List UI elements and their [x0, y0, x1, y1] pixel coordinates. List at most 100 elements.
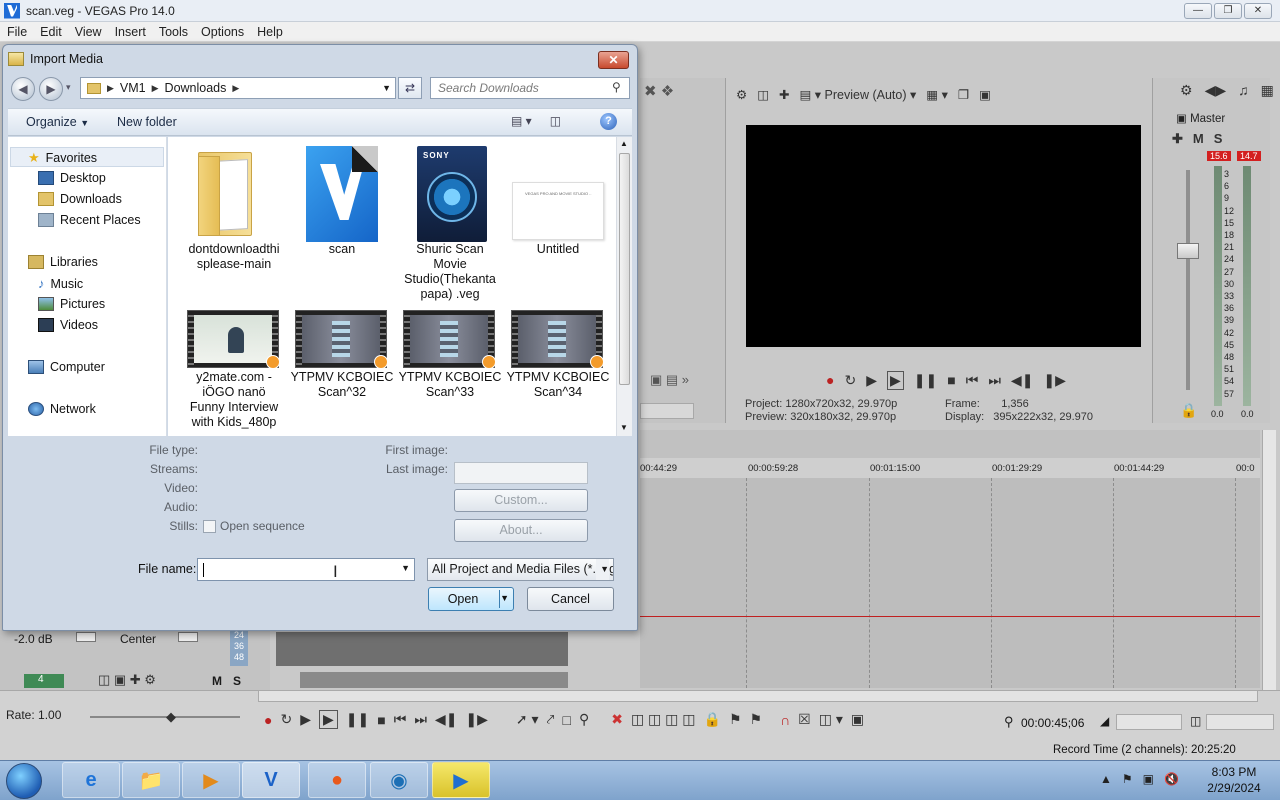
video-thumbnail-icon[interactable] — [403, 310, 496, 369]
file-list-scrollbar[interactable]: ▲ ▼ — [616, 137, 632, 436]
preview-mode-dropdown[interactable]: ▤ ▾ Preview (Auto) ▾ — [800, 87, 917, 102]
master-fx-icon[interactable]: ▣ — [1176, 113, 1187, 125]
file-name-input[interactable]: ▼ — [197, 558, 415, 581]
trimmer-tool-icons[interactable]: ✖ ❖ — [644, 82, 674, 100]
scroll-up-icon[interactable]: ▲ — [620, 139, 628, 148]
next-frame-icon[interactable]: ❚▶ — [1043, 372, 1066, 389]
overlay-icon[interactable]: ✚ — [779, 87, 789, 102]
edit-tool-icon[interactable]: ➚ ▾ — [516, 711, 539, 728]
refresh-button[interactable]: ⇄ — [398, 77, 422, 99]
trimmer-controls[interactable]: ▣ ▤ » — [650, 372, 689, 388]
go-to-start-icon[interactable]: ⏮ — [966, 372, 979, 389]
file-item-ytpmv-32[interactable]: YTPMV KCBOIEC Scan^32 — [290, 370, 394, 400]
nav-computer[interactable]: Computer — [28, 360, 105, 374]
loop-icon[interactable]: ↻ — [280, 711, 292, 728]
track-tools[interactable]: ◫ ▣ ✚ ⚙ — [98, 672, 156, 688]
file-type-filter-select[interactable]: All Project and Media Files (*.veg ▼ — [427, 558, 614, 581]
zoom-tool-icon[interactable]: ⚲ — [579, 711, 589, 728]
menu-file[interactable]: File — [0, 25, 33, 39]
menu-options[interactable]: Options — [194, 25, 250, 39]
file-item-ytpmv-33[interactable]: YTPMV KCBOIEC Scan^33 — [398, 370, 502, 400]
about-button[interactable]: About... — [454, 519, 588, 542]
speaker-icon[interactable]: ♫ — [1238, 82, 1249, 99]
selection-end-field[interactable] — [1206, 714, 1274, 730]
breadcrumb-vm1[interactable]: VM1 — [120, 81, 146, 95]
network-icon[interactable]: ▣ — [1143, 772, 1154, 786]
vegas-project-icon[interactable] — [306, 146, 378, 242]
record-icon[interactable]: ● — [826, 372, 834, 388]
media-taskbar-icon[interactable]: ▶ — [432, 762, 490, 798]
breadcrumb-downloads[interactable]: Downloads — [165, 81, 227, 95]
master-pan-icon[interactable]: ✚ — [1172, 131, 1183, 147]
play-from-start-icon[interactable]: ▶ — [866, 372, 877, 389]
trimmer-scrollbar[interactable] — [640, 403, 694, 419]
track-solo-button[interactable]: S — [233, 674, 241, 688]
chevron-down-icon[interactable]: ▼ — [401, 563, 410, 573]
loop-icon[interactable]: ↻ — [844, 372, 856, 389]
file-item-untitled[interactable]: Untitled — [506, 242, 610, 257]
lock-icon[interactable]: 🔒 — [1180, 402, 1197, 419]
volume-slider[interactable] — [76, 632, 96, 642]
master-fader-handle[interactable] — [1177, 243, 1199, 259]
audio-event-waveform[interactable] — [300, 672, 568, 688]
folder-icon[interactable] — [194, 146, 256, 238]
menu-help[interactable]: Help — [250, 25, 289, 39]
marker-icon[interactable]: ⚑ — [729, 711, 742, 728]
minimize-button[interactable]: — — [1184, 3, 1212, 19]
recent-pages-dropdown[interactable]: ▾ — [66, 82, 71, 93]
nav-favorites[interactable]: ★ Favorites — [28, 150, 97, 166]
open-sequence-checkbox[interactable]: Open sequence — [203, 519, 305, 533]
back-button[interactable]: ◀ — [11, 77, 35, 101]
close-window-button[interactable]: ✕ — [1244, 3, 1272, 19]
pan-slider[interactable] — [178, 632, 198, 642]
checkbox-box[interactable] — [203, 519, 216, 533]
video-thumbnail-icon[interactable] — [187, 310, 280, 369]
go-to-end-icon[interactable]: ⏭ — [414, 711, 427, 728]
region-icon[interactable]: ⚑ — [750, 711, 763, 728]
downmix-icon[interactable]: ◀▶ — [1205, 82, 1227, 99]
selection-tool-icon[interactable]: □ — [562, 712, 570, 728]
menu-tools[interactable]: Tools — [152, 25, 194, 39]
ie-taskbar-icon[interactable]: e — [62, 762, 120, 798]
stop-icon[interactable]: ■ — [377, 712, 385, 728]
file-item-y2mate[interactable]: y2mate.com - iÖGO nanö Funny Interview w… — [182, 370, 286, 430]
gear-icon[interactable]: ⚙ — [1180, 82, 1193, 99]
clock[interactable]: 8:03 PM 2/29/2024 — [1196, 764, 1272, 796]
nav-recent-places[interactable]: Recent Places — [38, 213, 141, 227]
split-screen-icon[interactable]: ◫ — [757, 87, 769, 102]
cancel-button[interactable]: Cancel — [527, 587, 614, 611]
preview-pane-icon[interactable]: ◫ — [550, 114, 561, 128]
snapping-icon[interactable]: ∩ — [780, 712, 790, 728]
go-to-end-icon[interactable]: ⏭ — [988, 372, 1001, 389]
change-view-icon[interactable]: ▤ ▾ — [511, 114, 532, 128]
play-icon[interactable]: ▶ — [886, 370, 904, 390]
selection-length-field[interactable] — [1116, 714, 1182, 730]
prev-frame-icon[interactable]: ◀❚ — [1011, 372, 1034, 389]
movie-studio-taskbar-icon[interactable]: ◉ — [370, 762, 428, 798]
search-input[interactable]: Search Downloads — [430, 77, 630, 99]
file-item-scan[interactable]: scan — [290, 242, 394, 257]
rate-slider-handle[interactable]: ◆ — [166, 709, 176, 725]
chevron-down-icon[interactable]: ▼ — [500, 593, 509, 603]
image-thumbnail-icon[interactable]: VEGAS PRO AND MOVIE STUDIO .. — [512, 182, 604, 240]
video-thumbnail-icon[interactable] — [295, 310, 388, 369]
new-folder-button[interactable]: New folder — [117, 115, 177, 129]
go-to-start-icon[interactable]: ⏮ — [394, 711, 407, 728]
volume-muted-icon[interactable]: 🔇 — [1164, 772, 1179, 786]
lock-icon[interactable]: 🔒 — [704, 711, 721, 728]
stop-icon[interactable]: ■ — [947, 372, 955, 388]
breadcrumb-separator[interactable]: ▶ — [232, 83, 239, 94]
show-hidden-icons-icon[interactable]: ▲ — [1100, 772, 1112, 786]
menu-edit[interactable]: Edit — [33, 25, 68, 39]
track-mute-button[interactable]: M — [212, 674, 222, 688]
master-mute-button[interactable]: M — [1193, 131, 1204, 147]
search-icon[interactable]: ⚲ — [612, 80, 621, 94]
vegas-taskbar-icon[interactable]: V — [242, 762, 300, 798]
explorer-taskbar-icon[interactable]: 📁 — [122, 762, 180, 798]
envelope-tool-icon[interactable]: ⤤ — [547, 711, 555, 728]
start-button[interactable] — [6, 763, 42, 799]
nav-downloads[interactable]: Downloads — [38, 192, 122, 206]
next-frame-icon[interactable]: ❚▶ — [465, 711, 488, 728]
file-item-shuric-scan[interactable]: Shuric Scan Movie Studio(Thekanta papa) … — [398, 242, 502, 302]
nav-libraries[interactable]: Libraries — [28, 255, 98, 269]
